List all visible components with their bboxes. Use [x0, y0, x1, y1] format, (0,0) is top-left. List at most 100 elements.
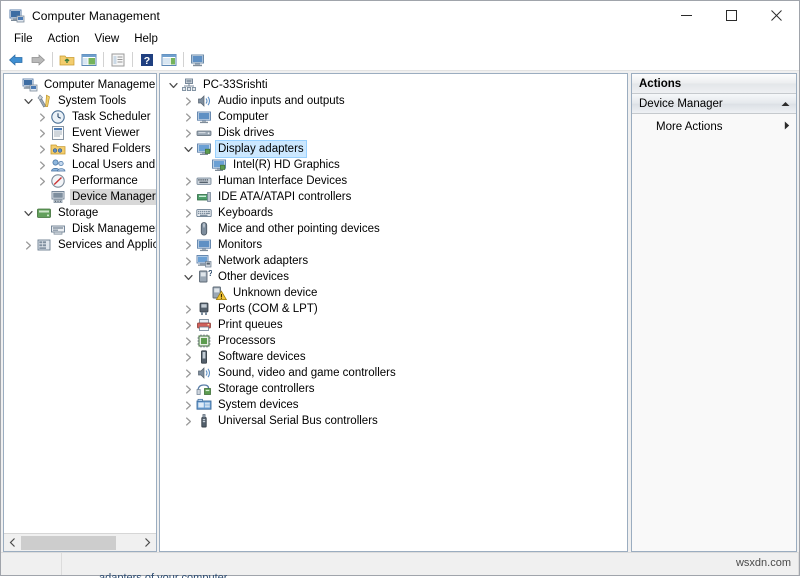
chevron-right-icon[interactable] — [181, 253, 196, 269]
chevron-right-icon[interactable] — [181, 189, 196, 205]
console-tree-item-row[interactable]: Local Users and Groups — [4, 157, 156, 173]
other-devices-icon: ? — [196, 269, 213, 285]
minimize-button[interactable] — [664, 1, 709, 30]
hscroll-thumb[interactable] — [21, 535, 116, 550]
console-tree-item-label: System Tools — [58, 95, 127, 107]
device-tree-item-row[interactable]: Keyboards — [160, 205, 627, 221]
console-tree-hscrollbar[interactable] — [4, 533, 156, 551]
chevron-right-icon[interactable] — [35, 141, 50, 157]
chevron-right-icon[interactable] — [35, 173, 50, 189]
device-tree-item-row[interactable]: Computer — [160, 109, 627, 125]
chevron-down-icon[interactable] — [21, 205, 36, 221]
action-more-actions[interactable]: More Actions — [632, 118, 796, 136]
actions-group-device-manager[interactable]: Device Manager — [632, 94, 796, 114]
chevron-right-icon[interactable] — [181, 413, 196, 429]
chevron-right-icon[interactable] — [181, 93, 196, 109]
console-tree-item-row[interactable]: Device Manager — [4, 189, 156, 205]
chevron-right-icon[interactable] — [181, 205, 196, 221]
device-tree-item-row[interactable]: Network adapters — [160, 253, 627, 269]
chevron-down-icon[interactable] — [21, 93, 36, 109]
device-tree-item-row[interactable]: Processors — [160, 333, 627, 349]
console-tree-item-row[interactable]: Shared Folders — [4, 141, 156, 157]
chevron-right-icon[interactable] — [181, 397, 196, 413]
chevron-down-icon[interactable] — [181, 141, 196, 157]
device-tree-item-label: Disk drives — [218, 127, 275, 139]
device-tree-item-row[interactable]: Print queues — [160, 317, 627, 333]
toolbar-separator — [52, 52, 53, 67]
menu-help[interactable]: Help — [127, 31, 166, 48]
console-tree-item-row[interactable]: Task Scheduler — [4, 109, 156, 125]
chevron-right-icon[interactable] — [181, 301, 196, 317]
device-tree-item-row[interactable]: Monitors — [160, 237, 627, 253]
up-folder-icon[interactable] — [56, 50, 78, 70]
console-tree-item-row[interactable]: Disk Management — [4, 221, 156, 237]
device-tree-item-row[interactable]: Sound, video and game controllers — [160, 365, 627, 381]
users-icon — [50, 157, 66, 173]
monitor-icon — [196, 237, 212, 253]
chevron-right-icon[interactable] — [181, 349, 196, 365]
chevron-right-icon[interactable] — [181, 317, 196, 333]
device-tree-item-row[interactable]: Intel(R) HD Graphics — [160, 157, 627, 173]
back-icon[interactable] — [5, 50, 27, 70]
device-tree-item-row[interactable]: IDE ATA/ATAPI controllers — [160, 189, 627, 205]
twisty-placeholder — [35, 189, 50, 205]
console-tree-item-label: Event Viewer — [72, 127, 140, 139]
menu-file[interactable]: File — [7, 31, 41, 48]
console-tree-item-row[interactable]: Services and Applications — [4, 237, 156, 253]
scroll-right-icon[interactable] — [139, 535, 156, 551]
chevron-right-icon[interactable] — [181, 237, 196, 253]
device-tree-item-label: System devices — [218, 399, 299, 411]
chevron-right-icon[interactable] — [181, 173, 196, 189]
device-tree-item-row[interactable]: Disk drives — [160, 125, 627, 141]
device-tree-item-row[interactable]: ? Other devices — [160, 269, 627, 285]
window-title: Computer Management — [32, 8, 160, 23]
console-tree-item-row[interactable]: Performance — [4, 173, 156, 189]
chevron-down-icon[interactable] — [166, 77, 181, 93]
console-tree-item-label: Shared Folders — [72, 143, 151, 155]
device-tree[interactable]: PC-33Srishti Audio inputs and outputs Comp… — [160, 74, 627, 551]
console-tree-item-row[interactable]: System Tools — [4, 93, 156, 109]
chevron-right-icon[interactable] — [784, 121, 790, 133]
chevron-up-icon[interactable] — [781, 98, 790, 110]
chevron-right-icon[interactable] — [181, 221, 196, 237]
menu-view[interactable]: View — [88, 31, 128, 48]
chevron-right-icon[interactable] — [35, 125, 50, 141]
maximize-button[interactable] — [709, 1, 754, 30]
device-tree-item-row[interactable]: Ports (COM & LPT) — [160, 301, 627, 317]
chevron-right-icon[interactable] — [181, 109, 196, 125]
chevron-right-icon[interactable] — [35, 157, 50, 173]
chevron-right-icon[interactable] — [21, 237, 36, 253]
device-tree-item-row[interactable]: Universal Serial Bus controllers — [160, 413, 627, 429]
device-tree-item-row[interactable]: Unknown device — [160, 285, 627, 301]
show-hide-action-pane-icon[interactable] — [158, 50, 180, 70]
device-tree-item-row[interactable]: Display adapters — [160, 140, 627, 158]
device-tree-item-row[interactable]: Audio inputs and outputs — [160, 93, 627, 109]
device-tree-item-row[interactable]: Storage controllers — [160, 381, 627, 397]
console-tree-item-row[interactable]: Event Viewer — [4, 125, 156, 141]
show-hide-console-tree-icon[interactable] — [78, 50, 100, 70]
device-tree-item-row[interactable]: Mice and other pointing devices — [160, 221, 627, 237]
help-icon[interactable]: ? — [136, 50, 158, 70]
scroll-left-icon[interactable] — [4, 535, 21, 551]
device-tree-item-row[interactable]: System devices — [160, 397, 627, 413]
chevron-down-icon[interactable] — [181, 269, 196, 285]
device-tree-item-row[interactable]: Software devices — [160, 349, 627, 365]
scan-hardware-changes-icon[interactable] — [187, 50, 209, 70]
device-tree-item-row[interactable]: PC-33Srishti — [160, 77, 627, 93]
chevron-right-icon[interactable] — [181, 125, 196, 141]
hscroll-track[interactable] — [21, 534, 139, 551]
chevron-right-icon[interactable] — [181, 381, 196, 397]
device-tree-item-row[interactable]: Human Interface Devices — [160, 173, 627, 189]
speaker-icon — [196, 365, 212, 381]
chevron-right-icon[interactable] — [35, 109, 50, 125]
menu-action[interactable]: Action — [41, 31, 88, 48]
close-button[interactable] — [754, 1, 799, 30]
properties-icon[interactable] — [107, 50, 129, 70]
forward-icon[interactable] — [27, 50, 49, 70]
chevron-right-icon[interactable] — [181, 365, 196, 381]
console-tree-item-row[interactable]: Storage — [4, 205, 156, 221]
console-tree[interactable]: Computer Management (Local System Tools Ta… — [4, 74, 156, 533]
disk-drive-icon — [196, 125, 212, 141]
console-tree-item-row[interactable]: Computer Management (Local — [4, 77, 156, 93]
chevron-right-icon[interactable] — [181, 333, 196, 349]
